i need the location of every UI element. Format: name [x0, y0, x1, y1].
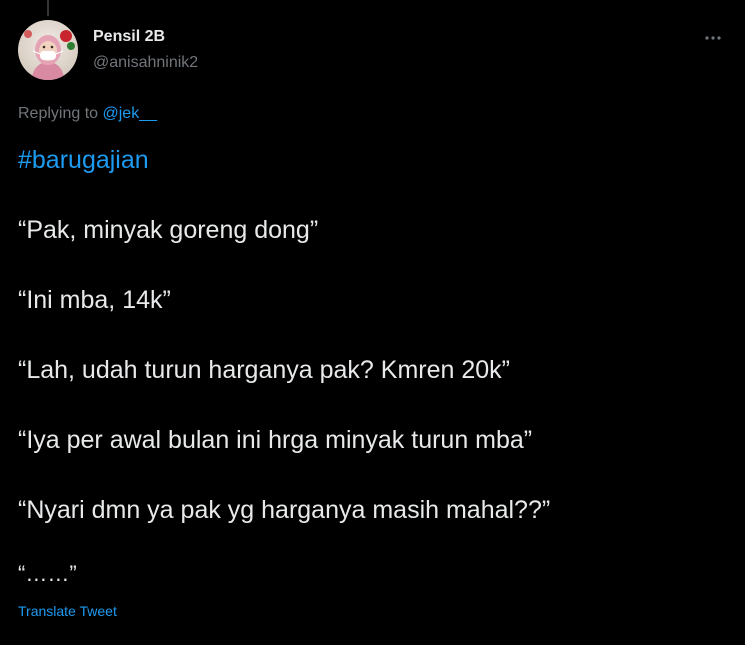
replying-to: Replying to @jek__ — [18, 105, 157, 123]
more-horizontal-icon — [705, 36, 721, 40]
tweet-line: “Iya per awal bulan ini hrga minyak turu… — [18, 426, 533, 454]
avatar[interactable] — [18, 20, 78, 80]
author-display-name[interactable]: Pensil 2B — [93, 28, 165, 46]
hashtag-link[interactable]: #barugajian — [18, 142, 728, 178]
tweet-line: “Pak, minyak goreng dong” — [18, 216, 319, 244]
tweet-line: “……” — [18, 561, 77, 586]
translate-tweet-link[interactable]: Translate Tweet — [18, 603, 117, 619]
tweet-line: “Lah, udah turun harganya pak? Kmren 20k… — [18, 356, 510, 384]
tweet-text: #barugajian “Pak, minyak goreng dong” “I… — [18, 142, 728, 592]
avatar-image — [18, 20, 78, 80]
author-handle[interactable]: @anisahninik2 — [93, 54, 198, 72]
replying-to-mention-link[interactable]: @jek__ — [103, 105, 158, 122]
tweet-line: “Nyari dmn ya pak yg harganya masih maha… — [18, 496, 551, 524]
tweet-line: “Ini mba, 14k” — [18, 286, 171, 314]
more-options-button[interactable] — [698, 26, 728, 50]
thread-connector-line — [47, 0, 49, 16]
replying-to-prefix: Replying to — [18, 105, 99, 122]
